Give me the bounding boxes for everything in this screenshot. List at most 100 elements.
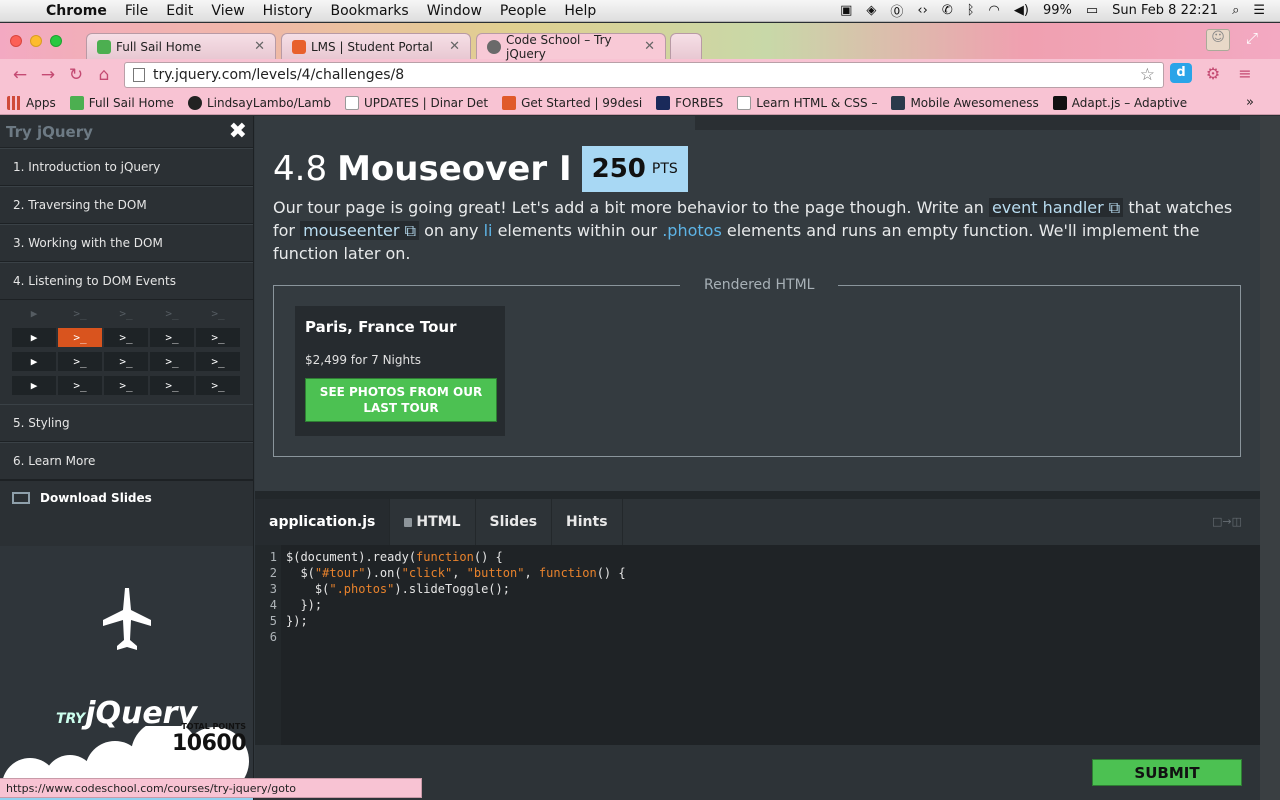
points-value: 250 (591, 154, 646, 184)
bookmark-item[interactable]: Apps (0, 95, 63, 110)
tab-close-icon[interactable]: ✕ (449, 39, 460, 54)
level-label: 6. Learn More (13, 454, 96, 468)
accessibility-icon[interactable]: ⓪ (883, 1, 910, 20)
clock[interactable]: Sun Feb 8 22:21 (1105, 3, 1225, 18)
sidebar-level-2[interactable]: 2. Traversing the DOM (0, 186, 253, 224)
menu-bookmarks[interactable]: Bookmarks (321, 3, 417, 19)
challenge-prompt-icon[interactable]: >_ (150, 376, 194, 395)
menu-help[interactable]: Help (555, 3, 605, 19)
challenge-prompt-icon[interactable]: >_ (58, 376, 102, 395)
tour-title: Paris, France Tour (305, 318, 457, 336)
bookmark-item[interactable]: FORBES (649, 95, 730, 110)
bookmark-item[interactable]: Adapt.js – Adaptive (1046, 95, 1194, 110)
bookmark-star-icon[interactable]: ☆ (1140, 65, 1155, 85)
new-tab-button[interactable] (670, 33, 702, 59)
video-play-icon[interactable]: ▶ (12, 352, 56, 371)
menu-window[interactable]: Window (418, 3, 491, 19)
close-window-icon[interactable] (10, 35, 22, 47)
volume-icon[interactable]: ◀) (1007, 3, 1036, 18)
bookmark-item[interactable]: Full Sail Home (63, 95, 181, 110)
editor-layout-icon[interactable]: □→◫ (1212, 515, 1242, 528)
browser-tab-active[interactable]: Code School – Try jQuery ✕ (476, 33, 666, 61)
menu-history[interactable]: History (254, 3, 322, 19)
code-icon[interactable]: ‹› (910, 3, 934, 18)
video-play-icon[interactable]: ▶ (12, 328, 56, 347)
submit-button[interactable]: SUBMIT (1092, 759, 1242, 786)
background-window-edge (1260, 116, 1280, 800)
reload-icon[interactable]: ↻ (62, 65, 90, 85)
battery-icon[interactable]: ▭ (1079, 3, 1105, 18)
address-bar[interactable]: try.jquery.com/levels/4/challenges/8 ☆ (124, 62, 1164, 88)
points-unit: PTS (651, 161, 678, 177)
see-photos-button[interactable]: SEE PHOTOS FROM OUR LAST TOUR (305, 378, 497, 422)
fullscreen-icon[interactable]: ⤢ (1246, 29, 1258, 47)
bookmark-item[interactable]: Get Started | 99desi (495, 95, 649, 110)
minimize-window-icon[interactable] (30, 35, 42, 47)
zoom-window-icon[interactable] (50, 35, 62, 47)
bookmark-item[interactable]: LindsayLambo/Lamb (181, 95, 338, 110)
sidebar-level-5[interactable]: 5. Styling (0, 404, 253, 442)
settings-gear-icon[interactable]: ⚙ (1202, 64, 1224, 83)
wifi-icon[interactable]: ◠ (982, 3, 1007, 18)
line-number: 3 (269, 582, 277, 596)
menu-view[interactable]: View (202, 3, 253, 19)
menu-app-name[interactable]: Chrome (44, 3, 116, 19)
spotlight-icon[interactable]: ⌕ (1225, 3, 1246, 18)
bookmark-item[interactable]: Mobile Awesomeness (884, 95, 1045, 110)
notification-center-icon[interactable]: ☰ (1246, 3, 1272, 18)
challenge-prompt-icon[interactable]: >_ (196, 352, 240, 371)
menu-edit[interactable]: Edit (157, 3, 202, 19)
screen-icon[interactable]: ▣ (833, 3, 859, 18)
home-icon[interactable]: ⌂ (90, 65, 118, 85)
sidebar-level-1[interactable]: 1. Introduction to jQuery (0, 148, 253, 186)
back-arrow-icon[interactable]: ← (6, 65, 34, 85)
browser-tab[interactable]: Full Sail Home ✕ (86, 33, 276, 59)
lock-icon (404, 517, 413, 527)
extension-d-icon[interactable]: d (1170, 63, 1192, 83)
sidebar-level-3[interactable]: 3. Working with the DOM (0, 224, 253, 262)
tab-favicon-icon (97, 39, 111, 54)
chrome-menu-icon[interactable]: ≡ (1234, 64, 1256, 83)
tab-hints[interactable]: Hints (552, 499, 623, 545)
drive-icon[interactable]: ◈ (859, 3, 883, 18)
phone-icon[interactable]: ✆ (935, 3, 960, 18)
menu-file[interactable]: File (116, 3, 157, 19)
challenge-prompt-icon[interactable]: >_ (104, 376, 148, 395)
browser-tab[interactable]: LMS | Student Portal ✕ (281, 33, 471, 59)
battery-percent[interactable]: 99% (1036, 3, 1079, 18)
event-handler-link[interactable]: event handler ⧉ (988, 198, 1124, 217)
tab-close-icon[interactable]: ✕ (254, 39, 265, 54)
mouseenter-link[interactable]: mouseenter ⧉ (300, 221, 419, 240)
download-slides-link[interactable]: Download Slides (0, 480, 253, 514)
tab-close-icon[interactable]: ✕ (644, 39, 655, 54)
menu-people[interactable]: People (491, 3, 556, 19)
tab-html[interactable]: HTML (390, 499, 476, 545)
code-editor[interactable]: 1 2 3 4 5 6 $(document).ready(function()… (255, 545, 1260, 745)
close-sidebar-icon[interactable]: ✖ (229, 119, 247, 144)
challenge-prompt-icon[interactable]: >_ (104, 352, 148, 371)
tab-slides[interactable]: Slides (476, 499, 553, 545)
challenge-current-icon[interactable]: >_ (58, 328, 102, 347)
challenge-prompt-icon[interactable]: >_ (196, 376, 240, 395)
forward-arrow-icon[interactable]: → (34, 65, 62, 85)
bookmarks-overflow-icon[interactable]: » (1246, 95, 1280, 110)
tab-application-js[interactable]: application.js (255, 499, 391, 545)
bookmark-item[interactable]: Learn HTML & CSS – (730, 95, 884, 110)
challenge-prompt-icon[interactable]: >_ (150, 352, 194, 371)
prompt-icon: >_ (73, 307, 87, 320)
bookmark-label: UPDATES | Dinar Det (363, 95, 489, 110)
challenge-row: ▶ >_ >_ >_ >_ (12, 352, 241, 371)
sidebar-level-6[interactable]: 6. Learn More (0, 442, 253, 480)
sidebar-level-4[interactable]: 4. Listening to DOM Events (0, 262, 253, 300)
challenge-prompt-icon[interactable]: >_ (150, 328, 194, 347)
bookmark-item[interactable]: UPDATES | Dinar Det (338, 95, 495, 110)
challenge-prompt-icon[interactable]: >_ (104, 328, 148, 347)
tab-title: LMS | Student Portal (311, 39, 433, 54)
resize-handle[interactable] (255, 491, 1260, 499)
challenge-prompt-icon[interactable]: >_ (58, 352, 102, 371)
macos-menu-bar: Chrome File Edit View History Bookmarks … (0, 0, 1280, 22)
bluetooth-icon[interactable]: ᛒ (960, 3, 982, 18)
profile-avatar-icon[interactable]: ☺ (1206, 29, 1230, 51)
video-play-icon[interactable]: ▶ (12, 376, 56, 395)
challenge-prompt-icon[interactable]: >_ (196, 328, 240, 347)
